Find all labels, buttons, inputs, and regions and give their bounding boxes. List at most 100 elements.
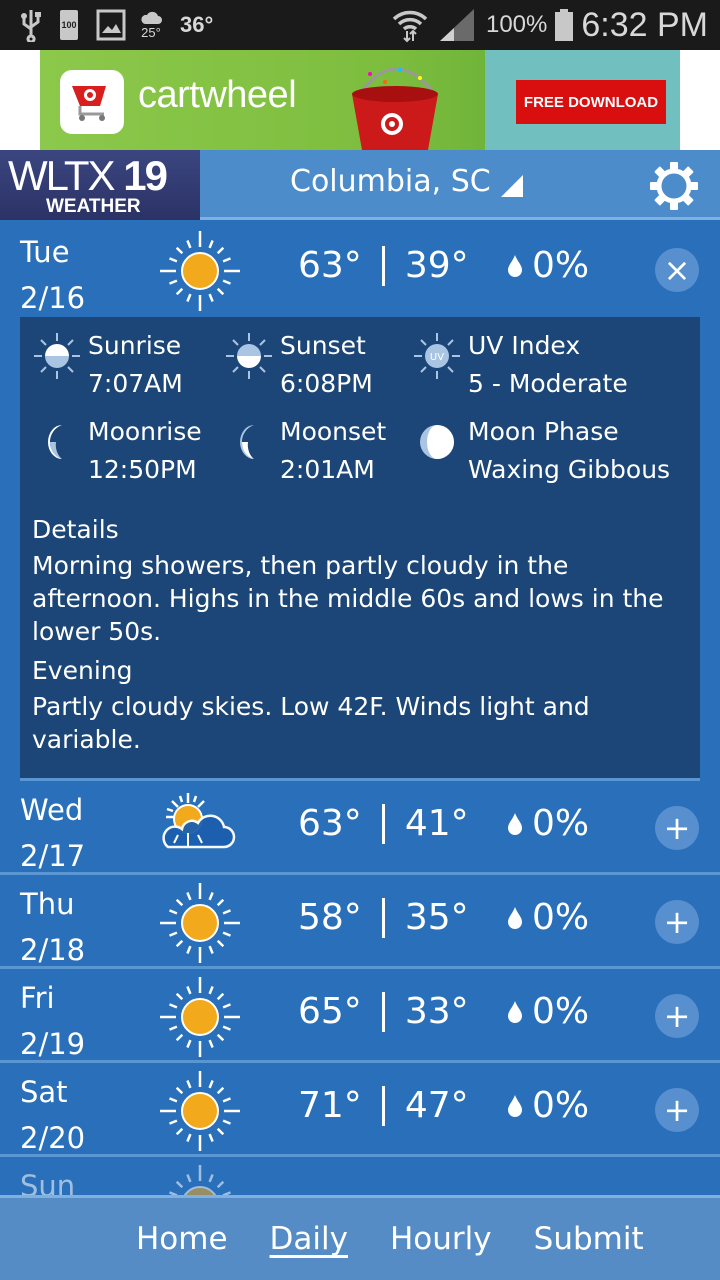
low-temp: 39° (404, 245, 469, 286)
moonset-cell: Moonset 2:01AM (224, 413, 412, 489)
temp-divider (381, 1085, 385, 1126)
moon-phase-value: Waxing Gibbous (468, 455, 671, 484)
wltx-logo: WLTX 19 WEATHER (0, 150, 200, 220)
evening-title: Evening (32, 656, 133, 685)
uv-index-label: UV Index (468, 331, 581, 360)
free-download-button[interactable]: FREE DOWNLOAD (516, 80, 666, 124)
day-date: 2/20 (20, 1121, 86, 1155)
forecast-row-partial[interactable]: Sun (0, 1157, 720, 1195)
status-time: 6:32 PM (581, 5, 708, 44)
app-header: WLTX 19 WEATHER Columbia, SC (0, 150, 720, 220)
forecast-row[interactable]: Thu 2/18 58° 35° 0% + (0, 875, 720, 969)
moonrise-cell: Moonrise 12:50PM (32, 413, 224, 489)
low-temp: 41° (404, 803, 469, 844)
sunrise-label: Sunrise (88, 331, 182, 360)
sunny-icon (169, 1165, 231, 1195)
sunset-label: Sunset (280, 331, 366, 360)
target-basket-icon (352, 67, 438, 150)
nav-submit[interactable]: Submit (534, 1221, 644, 1257)
moon-phase-cell: Moon Phase Waxing Gibbous (412, 413, 688, 489)
sunset-icon (226, 333, 272, 379)
moonset-value: 2:01AM (280, 455, 375, 484)
location-selector[interactable]: Columbia, SC (290, 164, 523, 199)
notification-temp: 25° (141, 24, 161, 40)
nav-hourly[interactable]: Hourly (390, 1221, 492, 1257)
low-temp: 33° (404, 991, 469, 1032)
status-temperature: 36° (180, 12, 214, 37)
temp-divider (381, 991, 385, 1032)
nav-home[interactable]: Home (136, 1221, 228, 1257)
low-temp: 47° (404, 1085, 469, 1126)
day-name: Thu (20, 887, 75, 921)
precip-chance: 0% (532, 803, 590, 844)
temp-divider (381, 803, 385, 844)
raindrop-icon (508, 254, 522, 277)
signal-icon (439, 9, 474, 41)
close-icon: × (663, 251, 691, 289)
cartwheel-app-icon (60, 70, 124, 134)
moon-phase-icon (420, 425, 454, 459)
logo-number: 19 (123, 152, 168, 199)
location-name: Columbia, SC (290, 164, 491, 199)
day-date: 2/16 (20, 281, 86, 315)
logo-main-text: WLTX (8, 152, 116, 199)
sunny-icon (160, 977, 240, 1057)
moonset-icon (240, 425, 254, 459)
raindrop-icon (508, 1094, 522, 1117)
day-date: 2/19 (20, 1027, 86, 1061)
forecast-row[interactable]: Wed 2/17 63° 41° 0% + (0, 781, 720, 875)
usb-icon (21, 10, 41, 42)
details-text: Morning showers, then partly cloudy in t… (32, 551, 664, 646)
precip-chance: 0% (532, 991, 590, 1032)
forecast-row[interactable]: Sat 2/20 71° 47° 0% + (0, 1063, 720, 1157)
high-temp: 71° (298, 1085, 362, 1126)
sunny-icon (160, 1071, 240, 1151)
battery-icon (555, 9, 574, 41)
gallery-icon (96, 9, 126, 41)
day-date: 2/18 (20, 933, 86, 967)
day-name: Sun (20, 1169, 76, 1195)
sunset-value: 6:08PM (280, 369, 373, 398)
expand-button[interactable]: + (655, 994, 699, 1038)
plus-icon: + (663, 1091, 691, 1129)
sunrise-cell: Sunrise 7:07AM (32, 327, 224, 403)
ad-banner[interactable]: cartwheel FREE DOWNLOAD (40, 50, 680, 150)
temp-divider (381, 245, 385, 286)
sunset-cell: Sunset 6:08PM (224, 327, 412, 403)
precip-chance: 0% (532, 1085, 590, 1126)
high-temp: 63° (298, 803, 362, 844)
battery-saver-icon: 100 (60, 10, 78, 40)
uv-index-cell: UV UV Index 5 - Moderate (412, 327, 688, 403)
moonrise-value: 12:50PM (88, 455, 197, 484)
high-temp: 65° (298, 991, 362, 1032)
ad-banner-container: cartwheel FREE DOWNLOAD (0, 50, 720, 150)
precip-chance: 0% (532, 245, 590, 286)
dropdown-triangle-icon (500, 175, 523, 197)
day-date: 2/17 (20, 839, 86, 873)
collapse-button[interactable]: × (655, 248, 699, 292)
expand-button[interactable]: + (655, 806, 699, 850)
wifi-icon (392, 10, 428, 43)
precip-chance: 0% (532, 897, 590, 938)
battery-percent: 100% (485, 11, 548, 38)
day-name: Wed (20, 793, 84, 827)
day-name: Fri (20, 981, 55, 1015)
sunny-icon (160, 231, 240, 311)
plus-icon: + (663, 809, 691, 847)
weather-notification: 25° (140, 11, 162, 40)
forecast-row[interactable]: Fri 2/19 65° 33° 0% + (0, 969, 720, 1063)
day-name: Sat (20, 1075, 68, 1109)
moonrise-icon (48, 425, 62, 459)
plus-icon: + (663, 903, 691, 941)
expand-button[interactable]: + (655, 900, 699, 944)
raindrop-icon (508, 1000, 522, 1023)
settings-gear-icon[interactable] (648, 160, 700, 212)
expand-button[interactable]: + (655, 1088, 699, 1132)
bottom-navigation: Home Daily Hourly Submit (0, 1195, 720, 1280)
svg-text:UV: UV (430, 352, 444, 363)
weather-cloud-icon (141, 11, 162, 24)
nav-daily[interactable]: Daily (270, 1221, 348, 1257)
forecast-row[interactable]: Tue 2/16 63° 39° 0% × (0, 223, 720, 317)
day-details-panel: Sunrise 7:07AM Sunset 6:08PM UV UV Index 5 … (20, 317, 700, 781)
daily-forecast-list[interactable]: Tue 2/16 63° 39° 0% × Sunrise 7:07AM Sun… (0, 223, 720, 1195)
